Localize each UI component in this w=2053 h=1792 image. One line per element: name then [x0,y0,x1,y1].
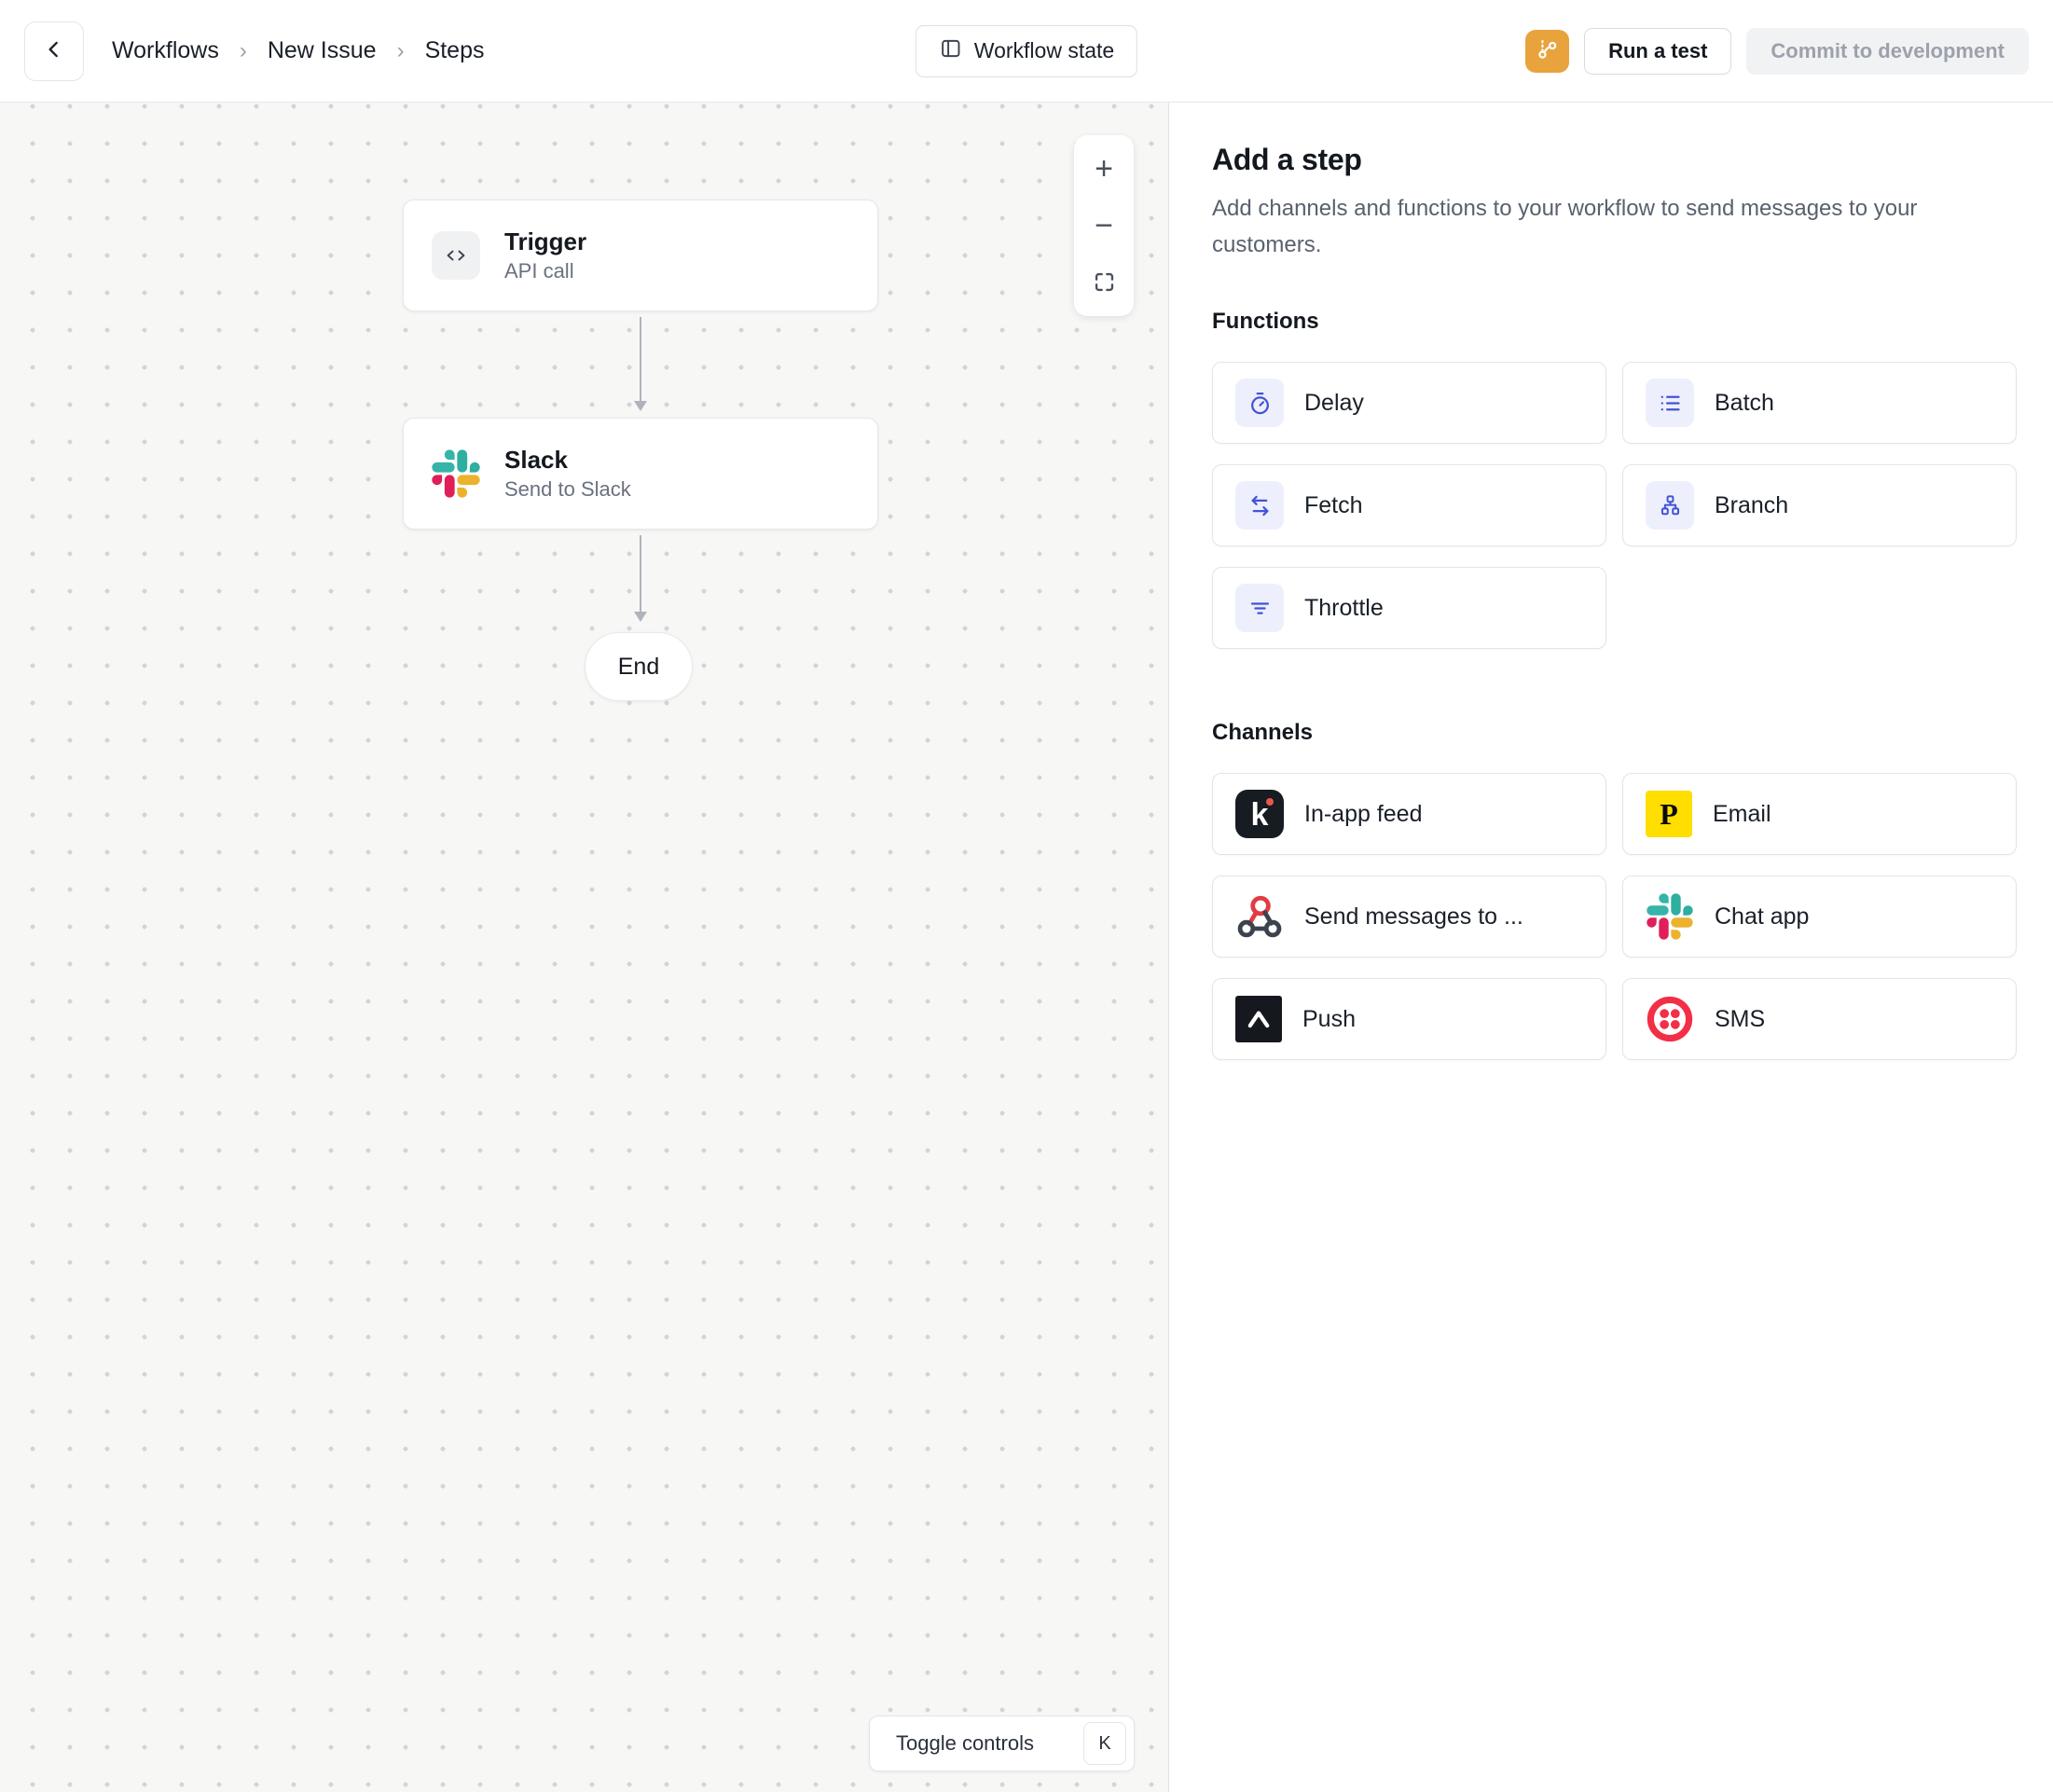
workflow-state-button[interactable]: Workflow state [916,25,1137,77]
topbar-actions: Run a test Commit to development [1525,28,2029,75]
add-step-panel: Add a step Add channels and functions to… [1169,103,2053,1792]
channels-grid: k In-app feed P Email [1212,773,2018,1060]
zoom-out-button[interactable]: − [1074,198,1134,255]
fit-view-button[interactable] [1074,254,1134,310]
step-card-delay[interactable]: Delay [1212,362,1606,444]
step-card-chat-app[interactable]: Chat app [1622,875,2017,958]
panel-description: Add channels and functions to your workf… [1212,190,2005,263]
postmark-icon: P [1646,791,1692,837]
step-card-push[interactable]: Push [1212,978,1606,1060]
keyboard-shortcut-badge: K [1083,1722,1126,1765]
slack-icon [432,449,480,498]
step-card-label: Fetch [1304,492,1363,519]
filter-lines-icon [1235,584,1284,632]
slack-icon [1646,892,1694,941]
side-panel-icon [939,36,963,66]
step-card-throttle[interactable]: Throttle [1212,567,1606,649]
end-node: End [585,632,693,701]
functions-header: Functions [1212,308,2018,336]
step-card-label: Chat app [1715,903,1809,930]
connector-arrow [640,535,641,612]
node-subtitle: API call [504,257,586,285]
breadcrumb-new-issue[interactable]: New Issue [268,37,377,64]
step-card-sms[interactable]: SMS [1622,978,2017,1060]
toggle-controls-label: Toggle controls [896,1731,1034,1756]
node-text: Slack Send to Slack [504,444,631,503]
breadcrumb-separator: › [240,38,247,64]
step-card-label: In-app feed [1304,801,1423,828]
workflow-state-label: Workflow state [974,38,1114,63]
commit-to-development-button[interactable]: Commit to development [1746,28,2029,75]
org-branch-icon [1646,481,1694,530]
fit-view-icon [1092,269,1117,295]
breadcrumb-steps[interactable]: Steps [425,37,485,64]
commit-log-button[interactable] [1525,30,1569,73]
step-card-label: Delay [1304,390,1364,417]
panel-title: Add a step [1212,142,2018,177]
knock-icon: k [1235,790,1284,838]
zoom-in-button[interactable]: + [1074,141,1134,198]
stopwatch-icon [1235,379,1284,427]
webhook-icon [1235,892,1284,941]
node-trigger[interactable]: Trigger API call [403,200,878,311]
toggle-controls-button[interactable]: Toggle controls K [869,1716,1135,1771]
step-card-batch[interactable]: Batch [1622,362,2017,444]
step-card-label: Throttle [1304,595,1384,622]
node-title: Slack [504,444,631,476]
expo-icon [1235,996,1282,1042]
step-card-label: Branch [1715,492,1788,519]
node-text: Trigger API call [504,226,586,285]
step-card-label: Batch [1715,390,1774,417]
breadcrumb-workflows[interactable]: Workflows [112,37,219,64]
minus-icon: − [1095,208,1113,244]
step-card-label: Email [1713,801,1771,828]
chevron-left-icon [42,37,66,64]
step-card-fetch[interactable]: Fetch [1212,464,1606,546]
functions-grid: Delay Batch Fetch [1212,362,2018,649]
code-icon [432,231,480,280]
end-label: End [618,654,659,681]
connector-arrow [640,317,641,401]
zoom-controls: + − [1074,135,1134,316]
list-icon [1646,379,1694,427]
twilio-icon [1646,995,1694,1043]
step-card-in-app-feed[interactable]: k In-app feed [1212,773,1606,855]
node-slack[interactable]: Slack Send to Slack [403,418,878,530]
workflow-canvas[interactable]: Trigger API call Slack Send to Slack [0,103,1169,1792]
swap-arrows-icon [1235,481,1284,530]
step-card-label: SMS [1715,1006,1765,1033]
channels-header: Channels [1212,719,2018,747]
node-subtitle: Send to Slack [504,476,631,503]
run-test-button[interactable]: Run a test [1584,28,1731,75]
step-card-label: Send messages to ... [1304,903,1523,930]
step-card-branch[interactable]: Branch [1622,464,2017,546]
topbar: Workflows › New Issue › Steps Workflow s… [0,0,2053,103]
step-card-email[interactable]: P Email [1622,773,2017,855]
node-title: Trigger [504,226,586,257]
back-button[interactable] [24,21,84,81]
main: Trigger API call Slack Send to Slack [0,103,2053,1792]
breadcrumb: Workflows › New Issue › Steps [112,37,485,64]
step-card-label: Push [1302,1006,1356,1033]
git-branch-icon [1535,37,1560,65]
breadcrumb-separator: › [397,38,405,64]
plus-icon: + [1095,151,1113,187]
step-card-send-messages[interactable]: Send messages to ... [1212,875,1606,958]
